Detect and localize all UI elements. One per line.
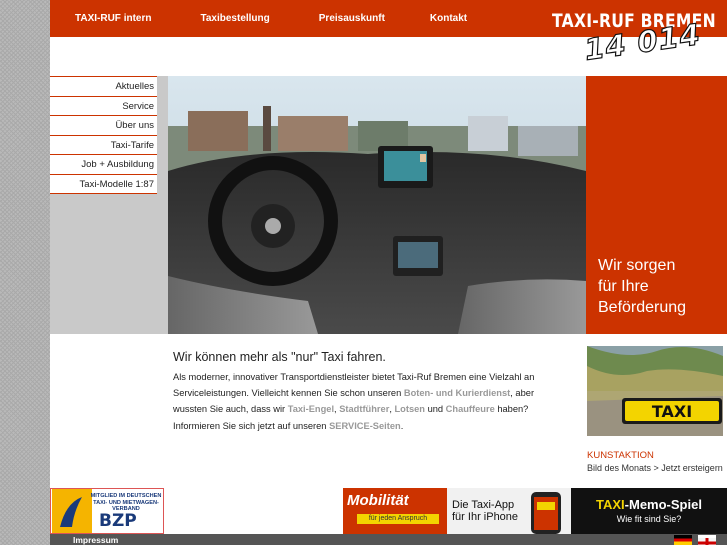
bzp-logo-text: BZP xyxy=(99,511,137,531)
iphone-icon xyxy=(531,492,561,534)
mobilitaet-title: Mobilität xyxy=(347,492,409,509)
slogan-text: Wir sorgen für Ihre Beförderung xyxy=(598,255,686,318)
taxi-app-banner[interactable]: Die Taxi-App für Ihr iPhone xyxy=(447,488,571,534)
text-segment: und xyxy=(424,404,446,415)
kunstaktion-image[interactable]: TAXI xyxy=(587,346,723,436)
nav-kontakt[interactable]: Kontakt xyxy=(430,13,467,24)
german-flag-icon[interactable] xyxy=(674,535,692,545)
bzp-member-text: MITGLIED IM DEUTSCHEN TAXI- UND MIETWAGE… xyxy=(90,493,162,512)
english-flag-icon[interactable] xyxy=(698,535,716,545)
link-lotsen[interactable]: Lotsen xyxy=(395,404,425,414)
slogan-line-3: Beförderung xyxy=(598,299,687,316)
kunstaktion-title[interactable]: KUNSTAKTION xyxy=(587,450,654,461)
sidebar-item-job-ausbildung[interactable]: Job + Ausbildung xyxy=(50,154,157,174)
sidebar-item-taxi-modelle[interactable]: Taxi-Modelle 1:87 xyxy=(50,173,157,193)
memo-title-rest: -Memo-Spiel xyxy=(624,497,702,512)
hero-illustration xyxy=(168,76,586,334)
sidebar-item-aktuelles[interactable]: Aktuelles xyxy=(50,76,157,96)
mobilitaet-banner[interactable]: Mobilität für jeden Anspruch xyxy=(343,488,447,534)
slogan-line-1: Wir sorgen xyxy=(598,257,676,274)
link-boten-kurierdienst[interactable]: Boten- und Kurierdienst xyxy=(404,388,510,398)
link-taxi-engel[interactable]: Taxi-Engel xyxy=(288,404,334,414)
sidebar-item-taxi-tarife[interactable]: Taxi-Tarife xyxy=(50,134,157,154)
uk-flag-graphic xyxy=(698,538,716,545)
bzp-logo-icon xyxy=(52,489,92,533)
bzp-member-banner[interactable]: MITGLIED IM DEUTSCHEN TAXI- UND MIETWAGE… xyxy=(50,488,164,534)
link-chauffeure[interactable]: Chauffeure xyxy=(446,404,495,414)
intro-paragraph: Als moderner, innovativer Transportdiens… xyxy=(173,369,553,434)
taxi-app-line-2: für Ihr iPhone xyxy=(452,511,519,523)
hero-image-taxi-cockpit xyxy=(168,76,586,334)
mobilitaet-subtitle: für jeden Anspruch xyxy=(357,514,439,524)
kunstaktion-link[interactable]: Bild des Monats > Jetzt ersteigern xyxy=(587,463,723,473)
sidebar-item-ueber-uns[interactable]: Über uns xyxy=(50,115,157,135)
nav-taxibestellung[interactable]: Taxibestellung xyxy=(200,13,269,24)
impressum-link[interactable]: Impressum xyxy=(73,535,118,545)
nav-preisauskunft[interactable]: Preisauskunft xyxy=(319,13,385,24)
taxi-sign-text: TAXI xyxy=(652,402,692,421)
text-segment: . xyxy=(400,420,404,431)
memo-spiel-subtitle: Wie fit sind Sie? xyxy=(616,514,682,524)
sidebar-navigation: Aktuelles Service Über uns Taxi-Tarife J… xyxy=(50,76,157,194)
taxi-art-painting: TAXI xyxy=(587,346,723,436)
bottom-bar xyxy=(50,534,727,545)
link-service-seiten[interactable]: SERVICE-Seiten xyxy=(329,421,401,431)
memo-title-taxi: TAXI xyxy=(596,497,625,512)
memo-spiel-title: TAXI-Memo-Spiel xyxy=(571,497,727,512)
sidebar-item-service[interactable]: Service xyxy=(50,95,157,115)
memo-spiel-banner[interactable]: TAXI-Memo-Spiel Wie fit sind Sie? xyxy=(571,488,727,534)
taxi-app-line-1: Die Taxi-App xyxy=(452,499,515,511)
top-navigation: TAXI-RUF intern Taxibestellung Preisausk… xyxy=(50,0,467,37)
brand-logo[interactable]: TAXI-RUF BREMEN 14 014 xyxy=(540,8,727,68)
taxi-app-text: Die Taxi-App für Ihr iPhone xyxy=(452,499,518,523)
nav-taxi-ruf-intern[interactable]: TAXI-RUF intern xyxy=(75,13,151,24)
link-stadtfuehrer[interactable]: Stadtführer xyxy=(339,404,389,414)
slogan-line-2: für Ihre xyxy=(598,278,649,295)
page-headline: Wir können mehr als "nur" Taxi fahren. xyxy=(173,350,386,364)
